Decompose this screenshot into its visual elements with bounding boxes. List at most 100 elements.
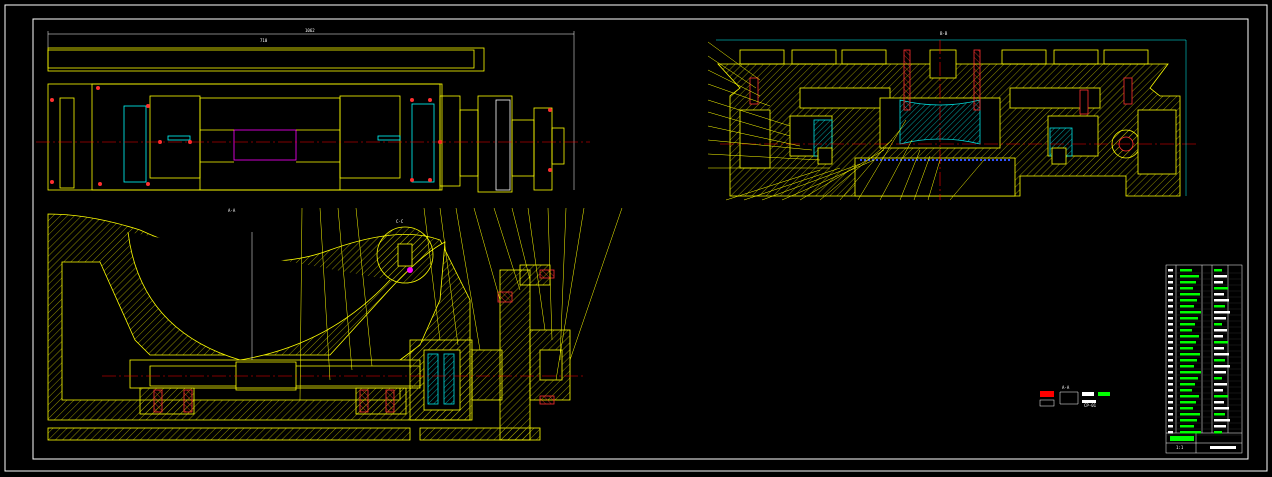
section-a-view (47, 207, 623, 441)
parts-row-material (1214, 389, 1223, 392)
section-a-title: A-A (228, 208, 236, 213)
parts-row-material (1214, 395, 1228, 398)
parts-row-material (1214, 365, 1230, 368)
parts-row-number (1168, 323, 1173, 326)
small-detail (1039, 391, 1110, 407)
parts-row-number (1168, 347, 1173, 350)
parts-row-material (1214, 317, 1226, 320)
parts-row-material (1214, 353, 1229, 356)
title-block-drawing-no: CP-01 (1084, 403, 1097, 408)
parts-row-name (1180, 425, 1194, 428)
parts-row-name (1180, 281, 1196, 284)
parts-row-name (1180, 377, 1198, 380)
parts-row-material (1214, 341, 1228, 344)
parts-row-material (1214, 311, 1230, 314)
parts-row-number (1168, 275, 1173, 278)
parts-row-name (1180, 395, 1199, 398)
parts-row-name (1180, 329, 1192, 332)
parts-row-material (1214, 329, 1227, 332)
parts-row-material (1214, 287, 1228, 290)
parts-row-name (1180, 401, 1196, 404)
parts-row-material (1214, 347, 1224, 350)
parts-row-number (1168, 425, 1173, 428)
parts-row-number (1168, 359, 1173, 362)
parts-row-material (1214, 371, 1226, 374)
parts-row-number (1168, 407, 1173, 410)
parts-list-rows (1166, 269, 1242, 436)
parts-row-material (1214, 281, 1223, 284)
section-a-detail-label: C-C (396, 219, 404, 224)
parts-row-number (1168, 395, 1173, 398)
parts-row-number (1168, 269, 1173, 272)
parts-row-number (1168, 371, 1173, 374)
parts-row-number (1168, 353, 1173, 356)
parts-row-number (1168, 413, 1173, 416)
parts-row-number (1168, 419, 1173, 422)
parts-row-number (1168, 335, 1173, 338)
parts-row-name (1180, 347, 1193, 350)
parts-row-name (1180, 419, 1197, 422)
parts-row-material (1214, 407, 1229, 410)
parts-row-name (1180, 431, 1201, 434)
parts-row-number (1168, 305, 1173, 308)
parts-row-name (1180, 293, 1200, 296)
parts-row-material (1214, 413, 1225, 416)
parts-row-name (1180, 335, 1199, 338)
parts-row-material (1214, 425, 1226, 428)
parts-row-number (1168, 383, 1173, 386)
parts-row-name (1180, 341, 1196, 344)
parts-row-name (1180, 305, 1194, 308)
parts-row-material (1214, 419, 1230, 422)
parts-row-name (1180, 287, 1193, 290)
parts-row-name (1180, 365, 1194, 368)
parts-row-number (1168, 311, 1173, 314)
parts-row-number (1168, 299, 1173, 302)
parts-row-name (1180, 323, 1195, 326)
parts-row-name (1180, 389, 1192, 392)
parts-row-name (1180, 317, 1198, 320)
parts-row-material (1214, 269, 1222, 272)
parts-row-number (1168, 401, 1173, 404)
parts-row-material (1214, 431, 1222, 434)
parts-row-name (1180, 353, 1200, 356)
parts-row-material (1214, 401, 1224, 404)
top-view-dim-inner: 710 (260, 38, 268, 43)
parts-row-number (1168, 365, 1173, 368)
parts-row-name (1180, 269, 1192, 272)
title-block-bar (1210, 446, 1236, 449)
parts-row-name (1180, 407, 1193, 410)
parts-row-name (1180, 275, 1199, 278)
section-b-title: B-B (940, 31, 948, 36)
top-view-dim-overall: 1062 (305, 28, 315, 33)
parts-row-number (1168, 389, 1173, 392)
parts-row-number (1168, 287, 1173, 290)
parts-row-material (1214, 383, 1227, 386)
parts-row-number (1168, 293, 1173, 296)
detail-small-label: A-A (1062, 385, 1070, 390)
parts-row-material (1214, 323, 1222, 326)
title-block-scale: 1:1 (1176, 445, 1184, 450)
parts-row-number (1168, 431, 1173, 434)
parts-row-number (1168, 341, 1173, 344)
parts-row-material (1214, 359, 1225, 362)
parts-row-number (1168, 329, 1173, 332)
parts-row-material (1214, 293, 1224, 296)
parts-row-name (1180, 371, 1201, 374)
parts-row-material (1214, 335, 1223, 338)
parts-row-material (1214, 305, 1225, 308)
parts-row-name (1180, 383, 1195, 386)
parts-row-name (1180, 299, 1197, 302)
top-view (36, 31, 590, 193)
title-block-green-bar (1170, 436, 1194, 441)
parts-row-material (1214, 299, 1229, 302)
parts-row-name (1180, 359, 1197, 362)
parts-row-material (1214, 377, 1222, 380)
parts-list-table (1165, 264, 1243, 454)
parts-row-number (1168, 377, 1173, 380)
parts-row-number (1168, 281, 1173, 284)
parts-row-name (1180, 311, 1201, 314)
parts-row-material (1214, 275, 1227, 278)
parts-row-name (1180, 413, 1200, 416)
parts-row-number (1168, 317, 1173, 320)
cad-drawing-sheet (4, 4, 1268, 472)
